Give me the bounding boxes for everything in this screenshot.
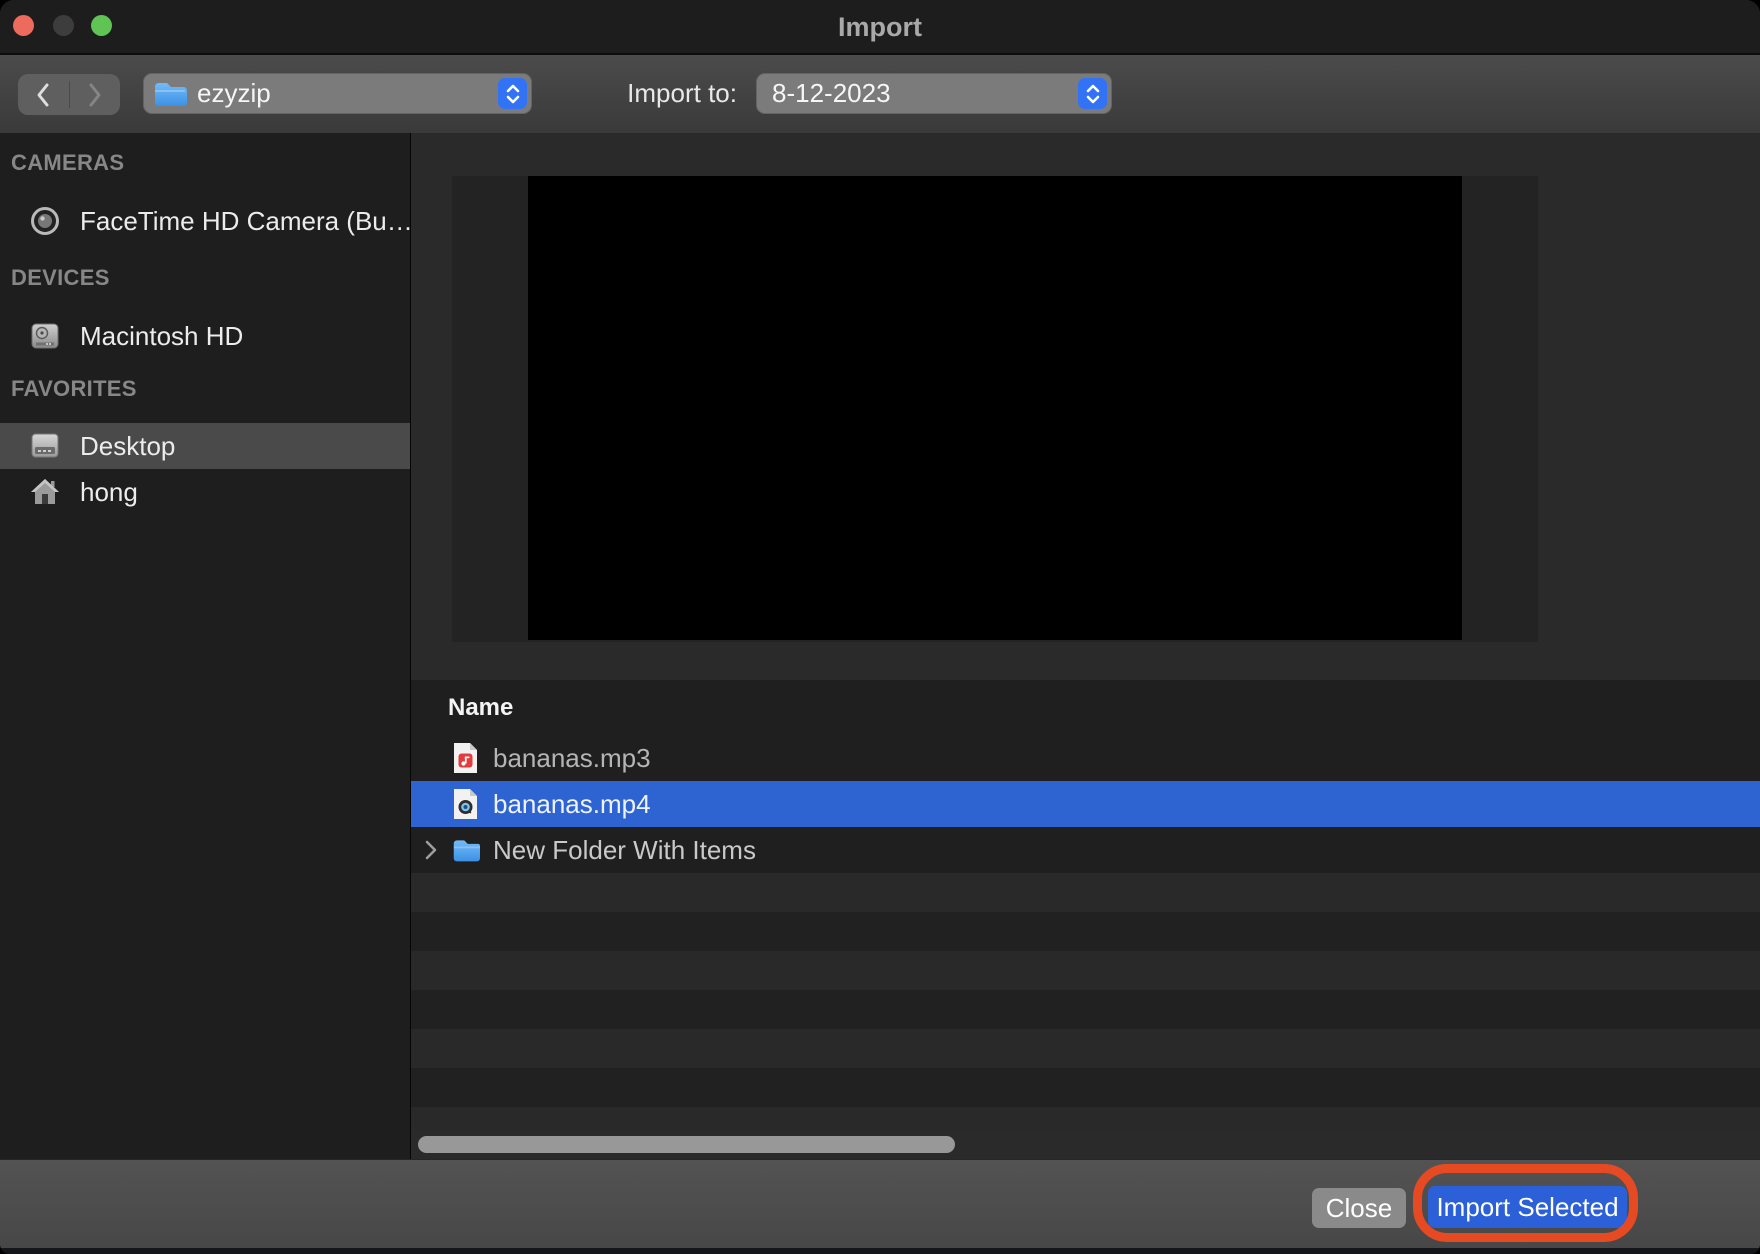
sidebar-item-hong[interactable]: hong <box>0 469 410 515</box>
forward-chevron-icon <box>86 82 104 108</box>
sidebar-item-desktop[interactable]: Desktop <box>0 423 410 469</box>
camera-lens-icon <box>28 204 62 238</box>
file-list: Name bananas.mp3 <box>411 680 1760 873</box>
home-icon <box>28 475 62 509</box>
sidebar-section-cameras: CAMERAS <box>11 150 124 176</box>
close-button[interactable]: Close <box>1312 1188 1406 1228</box>
desktop-icon <box>28 429 62 463</box>
popup-stepper-icon <box>1078 78 1107 109</box>
sidebar-item-label: Desktop <box>80 431 175 462</box>
file-list-header: Name <box>411 680 1760 735</box>
folder-icon <box>452 838 480 862</box>
location-popup-value: ezyzip <box>197 78 271 109</box>
video-preview-frame <box>452 176 1538 642</box>
popup-stepper-icon <box>498 78 527 109</box>
file-name: New Folder With Items <box>493 835 756 866</box>
nav-segmented-control <box>18 74 120 115</box>
file-row-new-folder[interactable]: New Folder With Items <box>411 827 1760 873</box>
audio-file-icon <box>452 742 479 774</box>
file-row-bananas-mp3[interactable]: bananas.mp3 <box>411 735 1760 781</box>
sidebar-section-favorites: FAVORITES <box>11 376 137 402</box>
event-popup[interactable]: 8-12-2023 <box>756 73 1112 114</box>
import-dialog-window: Import ezyzip <box>0 0 1760 1254</box>
horizontal-scrollbar[interactable] <box>411 1130 1760 1159</box>
sidebar-item-label: FaceTime HD Camera (Bu… <box>80 206 411 237</box>
close-button-label: Close <box>1326 1193 1392 1224</box>
disclosure-chevron-icon[interactable] <box>423 839 439 861</box>
window-title: Import <box>0 12 1760 43</box>
sidebar-item-label: hong <box>80 477 138 508</box>
content-area: Name bananas.mp3 <box>411 133 1760 1159</box>
event-popup-value: 8-12-2023 <box>772 78 891 109</box>
back-button[interactable] <box>18 74 69 115</box>
sidebar: CAMERAS FaceTime HD Camera (Bu… DEVICES <box>0 133 411 1159</box>
back-chevron-icon <box>34 82 52 108</box>
sidebar-section-devices: DEVICES <box>11 265 110 291</box>
toolbar: ezyzip Import to: 8-12-2023 <box>0 55 1760 133</box>
hard-drive-icon <box>28 319 62 353</box>
folder-icon <box>153 80 187 108</box>
sidebar-item-macintosh-hd[interactable]: Macintosh HD <box>0 313 410 359</box>
import-to-label: Import to: <box>545 78 737 109</box>
titlebar: Import <box>0 0 1760 55</box>
file-name: bananas.mp3 <box>493 743 651 774</box>
name-column-header[interactable]: Name <box>448 694 513 722</box>
desktop-sliver <box>0 1248 1760 1254</box>
sidebar-item-label: Macintosh HD <box>80 321 243 352</box>
scrollbar-thumb[interactable] <box>418 1136 955 1153</box>
video-preview <box>528 176 1462 640</box>
file-row-bananas-mp4[interactable]: bananas.mp4 <box>411 781 1760 827</box>
location-popup[interactable]: ezyzip <box>143 73 532 114</box>
file-name: bananas.mp4 <box>493 789 651 820</box>
sidebar-item-facetime-camera[interactable]: FaceTime HD Camera (Bu… <box>0 198 410 244</box>
empty-list-rows <box>411 873 1760 1130</box>
video-file-icon <box>452 788 479 820</box>
annotation-highlight-ring <box>1413 1164 1638 1242</box>
forward-button[interactable] <box>70 74 121 115</box>
